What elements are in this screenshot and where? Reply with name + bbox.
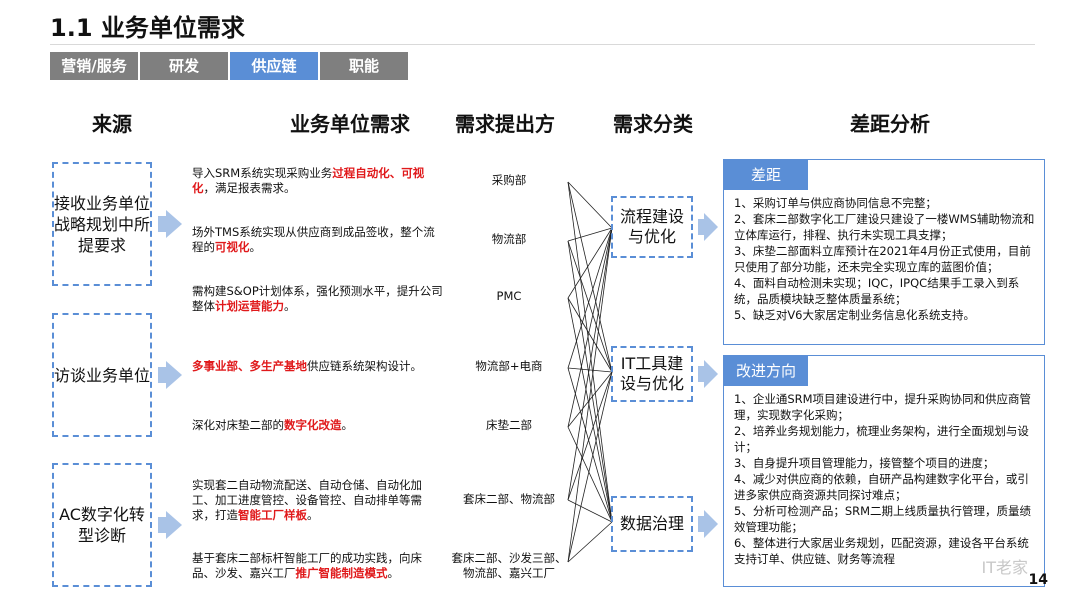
connector-line <box>567 426 613 523</box>
need-item: 基于套床二部标杆智能工厂的成功实践，向床品、沙发、嘉兴工厂推广智能制造模式。 <box>192 551 444 581</box>
page-number: 14 <box>1028 572 1048 588</box>
connector-line <box>567 371 613 563</box>
source-label: 接收业务单位战略规划中所提要求 <box>54 193 151 255</box>
need-text: 。 <box>284 299 296 313</box>
connector-line <box>567 367 613 373</box>
connector-line <box>567 227 613 501</box>
analysis-item: 1、企业通SRM项目建设进行中，提升采购协同和供应商管理，实现数字化采购； <box>734 392 1032 422</box>
need-text: ，满足报表需求。 <box>203 181 296 195</box>
need-text: 。 <box>249 240 262 254</box>
need-item: 需构建S&OP计划体系，强化预测水平，提升公司整体计划运营能力。 <box>192 284 444 314</box>
source-label: AC数字化转型诊断 <box>59 505 145 545</box>
need-item: 场外TMS系统实现从供应商到成品签收，整个流程的可视化。 <box>192 225 444 255</box>
need-item: 导入SRM系统实现采购业务过程自动化、可视化，满足报表需求。 <box>192 166 444 196</box>
header-gap-analysis: 差距分析 <box>850 112 930 136</box>
proposer-item: 物流部 <box>491 232 527 246</box>
analysis-item: 5、分析可检测产品；SRM二期上线质量执行管理，质量绩效管理功能； <box>734 504 1032 534</box>
improve-panel: 改进方向 1、企业通SRM项目建设进行中，提升采购协同和供应商管理，实现数字化采… <box>723 355 1045 587</box>
connector-line <box>567 521 613 563</box>
proposer-item: 物流部+电商 <box>475 359 543 373</box>
source-arrow <box>158 361 182 389</box>
analysis-item: 1、采购订单与供应商协同信息不完整； <box>734 196 937 210</box>
need-highlight: 智能工厂样板 <box>238 508 307 522</box>
analysis-item: 5、缺乏对V6大家居定制业务信息化系统支持。 <box>734 308 975 322</box>
improve-tag: 改进方向 <box>724 356 808 386</box>
tab-rnd[interactable]: 研发 <box>140 52 228 80</box>
category-arrow <box>698 510 718 538</box>
need-highlight: 推广智能制造模式 <box>295 566 388 580</box>
title-divider <box>50 44 1035 45</box>
need-text: 。 <box>341 418 354 432</box>
category-label: 流程建设与优化 <box>619 207 684 246</box>
connector-line <box>567 297 613 523</box>
header-source: 来源 <box>92 112 132 136</box>
header-category: 需求分类 <box>613 112 693 136</box>
source-arrow <box>158 210 182 238</box>
tab-supply-chain[interactable]: 供应链 <box>230 52 318 80</box>
analysis-item: 4、面料自动检测未实现；IQC，IPQC结果手工录入到系统，品质模块缺乏整体质量… <box>734 276 1020 306</box>
analysis-item: 3、床垫二部面料立库预计在2021年4月份正式使用，目前只使用了部分功能，还未完… <box>734 244 1031 274</box>
connector-line <box>567 227 613 369</box>
proposer-item: 套床二部、物流部 <box>463 492 555 506</box>
gap-panel: 差距 1、采购订单与供应商协同信息不完整； 2、套床二部数字化工厂建设只建设了一楼… <box>723 159 1045 345</box>
proposer-item: 床垫二部 <box>486 418 532 432</box>
source-arrow <box>158 511 182 539</box>
source-box-diagnosis: AC数字化转型诊断 <box>52 463 152 587</box>
connector-line <box>567 227 613 299</box>
need-text: 深化对床垫二部的 <box>192 418 284 432</box>
source-label: 访谈业务单位 <box>54 365 151 385</box>
gap-list: 1、采购订单与供应商协同信息不完整； 2、套床二部数字化工厂建设只建设了一楼WMS… <box>724 190 1044 323</box>
proposer-item: PMC <box>496 289 522 303</box>
tab-bar: 营销/服务 研发 供应链 职能 <box>50 52 408 80</box>
watermark: IT老家 <box>981 558 1029 577</box>
analysis-item: 2、套床二部数字化工厂建设只建设了一楼WMS辅助物流和立体库运行，排程、执行未实… <box>734 212 1035 242</box>
analysis-item: 2、培养业务规划能力，梳理业务架构，进行全面规划与设计； <box>734 424 1029 454</box>
need-highlight: 多事业部、多生产基地 <box>192 359 307 373</box>
proposer-item: 套床二部、沙发三部、物流部、嘉兴工厂 <box>451 551 567 580</box>
analysis-item: 3、自身提升项目管理能力，接管整个项目的进度； <box>734 456 995 470</box>
improve-list: 1、企业通SRM项目建设进行中，提升采购协同和供应商管理，实现数字化采购； 2、培… <box>724 386 1044 567</box>
need-highlight: 可视化 <box>215 240 250 254</box>
need-highlight: 数字化改造 <box>284 418 342 432</box>
need-item: 实现套二自动物流配送、自动仓储、自动化加工、加工进度管控、设备管控、自动排单等需… <box>192 478 444 523</box>
connector-line <box>567 181 613 229</box>
proposer-item: 采购部 <box>491 173 527 187</box>
gap-tag: 差距 <box>724 160 808 190</box>
category-it-tools: IT工具建设与优化 <box>611 346 693 402</box>
category-label: 数据治理 <box>619 514 684 533</box>
need-item: 多事业部、多生产基地供应链系统架构设计。 <box>192 359 444 374</box>
need-text: 。 <box>387 566 400 580</box>
source-box-interview: 访谈业务单位 <box>52 313 152 437</box>
category-arrow <box>698 213 718 241</box>
category-process: 流程建设与优化 <box>611 196 693 258</box>
need-text: 导入SRM系统实现采购业务 <box>192 166 333 180</box>
need-highlight: 计划运营能力 <box>215 299 284 313</box>
header-proposer: 需求提出方 <box>455 112 555 136</box>
page-title: 1.1 业务单位需求 <box>50 14 245 42</box>
tab-functions[interactable]: 职能 <box>320 52 408 80</box>
need-text: 。 <box>307 508 319 522</box>
category-label: IT工具建设与优化 <box>619 354 684 393</box>
header-need: 业务单位需求 <box>290 112 410 136</box>
tab-marketing-service[interactable]: 营销/服务 <box>50 52 138 80</box>
category-data-governance: 数据治理 <box>611 496 693 552</box>
category-arrow <box>698 360 718 388</box>
connector-line <box>567 297 613 373</box>
analysis-item: 4、减少对供应商的依赖，自研产品构建数字化平台，或引进多家供应商资源共同探讨难点… <box>734 472 1029 502</box>
need-text: 供应链系统架构设计。 <box>307 359 422 373</box>
source-box-strategy: 接收业务单位战略规划中所提要求 <box>52 162 152 286</box>
need-item: 深化对床垫二部的数字化改造。 <box>192 418 444 433</box>
